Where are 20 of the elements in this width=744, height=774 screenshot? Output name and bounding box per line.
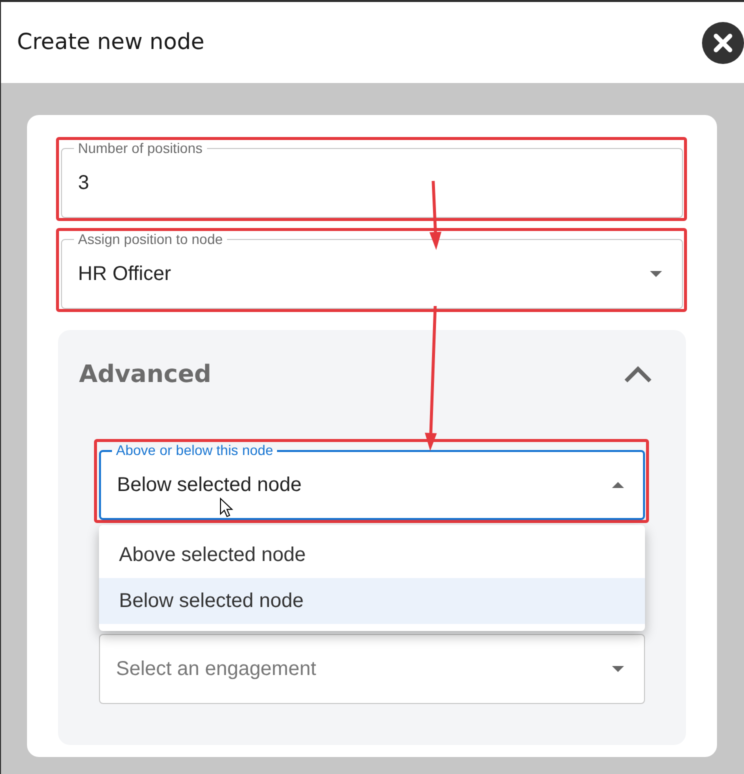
dialog-title: Create new node <box>17 28 204 56</box>
placeholder-text: Select an engagement <box>116 657 316 681</box>
field-label: Assign position to node <box>74 231 227 247</box>
caret-up-icon[interactable] <box>612 482 624 488</box>
annotation-arrow <box>429 180 442 250</box>
field-label: Number of positions <box>74 140 207 156</box>
close-icon <box>713 32 733 52</box>
mouse-pointer-icon <box>220 497 234 518</box>
close-button[interactable] <box>702 22 744 64</box>
field-value: HR Officer <box>78 262 171 286</box>
caret-down-icon[interactable] <box>650 271 662 277</box>
select-field[interactable]: Select an engagement <box>99 634 645 704</box>
menu-option[interactable]: Above selected node <box>99 532 645 578</box>
field-value: Below selected node <box>117 473 302 497</box>
menu-option[interactable]: Below selected node <box>99 578 645 624</box>
chevron-up-icon[interactable] <box>624 366 652 382</box>
field-label: Above or below this node <box>112 442 278 458</box>
section-heading: Advanced <box>79 359 212 390</box>
field-value: 3 <box>78 171 90 195</box>
caret-down-icon[interactable] <box>612 666 624 672</box>
